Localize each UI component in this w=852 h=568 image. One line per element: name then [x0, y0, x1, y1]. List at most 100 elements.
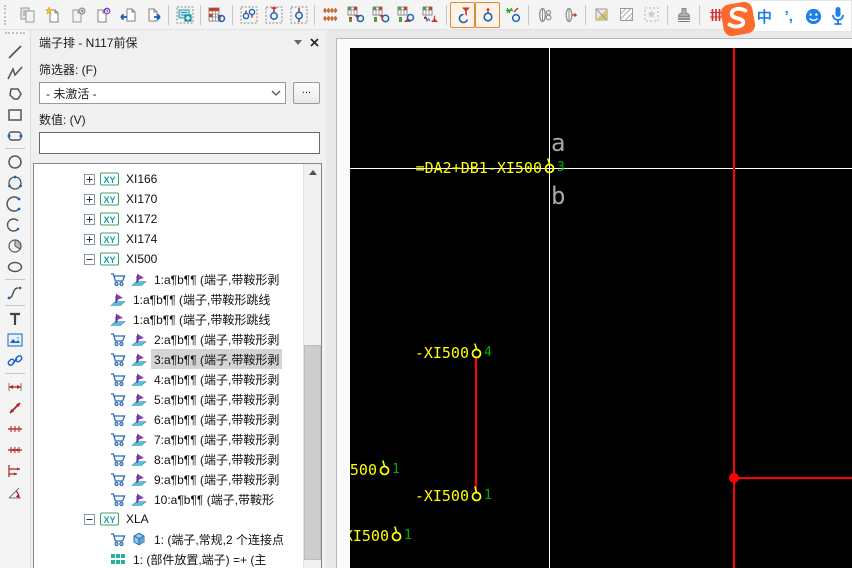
select-terminal-top-button[interactable]	[261, 2, 286, 28]
panel-menu-button[interactable]	[290, 34, 306, 50]
tree-item-row[interactable]: 1: (部件放置,端子) =+ (主	[34, 549, 304, 568]
tree-item-row[interactable]: 3:a¶b¶¶ (端子,带鞍形剥	[34, 349, 304, 369]
dim-linear-button[interactable]	[2, 376, 28, 397]
tree-item-row[interactable]: 7:a¶b¶¶ (端子,带鞍形剥	[34, 429, 304, 449]
draw-line-button[interactable]	[2, 41, 28, 62]
table-number-circle-button[interactable]	[368, 2, 393, 28]
draw-sector-button[interactable]	[2, 235, 28, 256]
drawing-canvas[interactable]: =DA2+DB1-XI500-XI500-XI500-XI500-XI50034…	[350, 48, 852, 568]
tree-item-row[interactable]: 4:a¶b¶¶ (端子,带鞍形剥	[34, 369, 304, 389]
select-terminals-button[interactable]	[236, 2, 261, 28]
terminal-symbol[interactable]	[378, 459, 391, 481]
draw-rectangle-button[interactable]	[2, 104, 28, 125]
tree-item-row[interactable]: 1:a¶b¶¶ (端子,带鞍形跳线	[34, 289, 304, 309]
tree-item-row[interactable]: 5:a¶b¶¶ (端子,带鞍形剥	[34, 389, 304, 409]
tree-scrollbar[interactable]	[303, 164, 321, 568]
terminal-rows-button[interactable]	[318, 2, 343, 28]
dim-aligned-button[interactable]	[2, 397, 28, 418]
toolbar-grip[interactable]	[5, 32, 25, 39]
table-filter-up-button[interactable]	[393, 2, 418, 28]
terminal-pin-active-button[interactable]	[475, 2, 500, 28]
table-filter-down-button[interactable]	[343, 2, 368, 28]
tree-group-row[interactable]: XYXI174	[34, 229, 304, 249]
draw-circle-button[interactable]	[2, 151, 28, 172]
dim-chain-button[interactable]	[2, 418, 28, 439]
device-filter-table-button[interactable]	[204, 2, 229, 28]
page-next-button[interactable]	[140, 2, 165, 28]
terminal-strip-icon: XY	[100, 252, 119, 266]
draw-arc-button[interactable]	[2, 193, 28, 214]
sogou-mic-button[interactable]	[827, 4, 849, 28]
tree-item-row[interactable]: 6:a¶b¶¶ (端子,带鞍形剥	[34, 409, 304, 429]
expand-plus-icon[interactable]	[84, 214, 95, 225]
insert-text-button[interactable]	[2, 308, 28, 329]
group-disabled-button[interactable]	[639, 2, 664, 28]
dim-baseline-button[interactable]	[2, 460, 28, 481]
tree-group-row[interactable]: XYXI170	[34, 189, 304, 209]
picture-insert-button[interactable]	[589, 2, 614, 28]
draw-polygon-button[interactable]	[2, 83, 28, 104]
scroll-up-button[interactable]	[304, 164, 321, 181]
collapse-minus-icon[interactable]	[84, 514, 95, 525]
insert-hyperlink-button[interactable]	[2, 350, 28, 371]
terminal-symbol[interactable]	[470, 342, 483, 364]
tree-item-row[interactable]: 1:a¶b¶¶ (端子,带鞍形跳线	[34, 309, 304, 329]
expand-plus-icon[interactable]	[84, 234, 95, 245]
page-previous-button[interactable]	[115, 2, 140, 28]
draw-circle-icon	[6, 153, 24, 171]
scroll-thumb[interactable]	[304, 345, 321, 560]
sogou-logo[interactable]	[720, 1, 756, 37]
draw-arc-point-button[interactable]	[2, 214, 28, 235]
dim-continued-button[interactable]	[2, 439, 28, 460]
page-rename-button[interactable]	[90, 2, 115, 28]
sogou-punct-button[interactable]: ’,	[778, 4, 800, 28]
tree-group-row[interactable]: XYXI166	[34, 169, 304, 189]
tree-item-row[interactable]: 1:a¶b¶¶ (端子,带鞍形剥	[34, 269, 304, 289]
sogou-emoji-button[interactable]	[802, 4, 824, 28]
multi-connection-button[interactable]	[500, 2, 525, 28]
draw-circle-nodes-button[interactable]	[2, 172, 28, 193]
drawing-toolbar	[0, 30, 30, 568]
expand-plus-icon[interactable]	[84, 194, 95, 205]
terminal-filter-active-button[interactable]	[450, 2, 475, 28]
hatch-area-button[interactable]	[614, 2, 639, 28]
table-number-funnel-button[interactable]	[418, 2, 443, 28]
terminal-symbol[interactable]	[390, 525, 403, 547]
filter-select[interactable]: - 未激活 -	[39, 82, 286, 104]
draw-spline-button[interactable]	[2, 282, 28, 303]
tree-item-row[interactable]: 9:a¶b¶¶ (端子,带鞍形剥	[34, 469, 304, 489]
draw-polyline-button[interactable]	[2, 62, 28, 83]
tree-item-row[interactable]: 8:a¶b¶¶ (端子,带鞍形剥	[34, 449, 304, 469]
terminal-number: 1	[404, 528, 412, 544]
terminal-strip-navigator-button[interactable]	[172, 2, 197, 28]
value-input[interactable]	[39, 132, 320, 154]
expand-plus-icon[interactable]	[84, 174, 95, 185]
highlight-hline	[734, 477, 852, 479]
filter-browse-button[interactable]: ...	[293, 82, 320, 104]
terminal-symbol[interactable]	[470, 485, 483, 507]
copy-pages-button[interactable]	[15, 2, 40, 28]
insert-image-button[interactable]	[2, 329, 28, 350]
tree-item-row[interactable]: 1: (端子,常规,2 个连接点	[34, 529, 304, 549]
tree-item-row[interactable]: 10:a¶b¶¶ (端子,带鞍形	[34, 489, 304, 509]
sogou-mode-button[interactable]: 中	[753, 4, 775, 28]
tree-group-row[interactable]: XYXI172	[34, 209, 304, 229]
stamp-tool-button[interactable]	[671, 2, 696, 28]
balloon-numbering-button[interactable]	[532, 2, 557, 28]
tree-group-row[interactable]: XYXLA	[34, 509, 304, 529]
tree-item-row[interactable]: 2:a¶b¶¶ (端子,带鞍形剥	[34, 329, 304, 349]
collapse-minus-icon[interactable]	[84, 254, 95, 265]
page-properties-button[interactable]	[65, 2, 90, 28]
new-page-button[interactable]	[40, 2, 65, 28]
panel-close-button[interactable]	[306, 34, 322, 50]
draw-ellipse-button[interactable]	[2, 256, 28, 277]
dim-angle-button[interactable]	[2, 481, 28, 502]
select-terminal-pin-button[interactable]	[286, 2, 311, 28]
toolbar-grip[interactable]	[4, 5, 11, 25]
select-terminal-top-icon	[265, 6, 283, 24]
balloon-direction-button[interactable]	[557, 2, 582, 28]
tree-item-label: 2:a¶b¶¶ (端子,带鞍形剥	[151, 329, 282, 349]
draw-rounded-rect-button[interactable]	[2, 125, 28, 146]
terminal-symbol[interactable]	[543, 157, 556, 179]
tree-group-row[interactable]: XYXI500	[34, 249, 304, 269]
